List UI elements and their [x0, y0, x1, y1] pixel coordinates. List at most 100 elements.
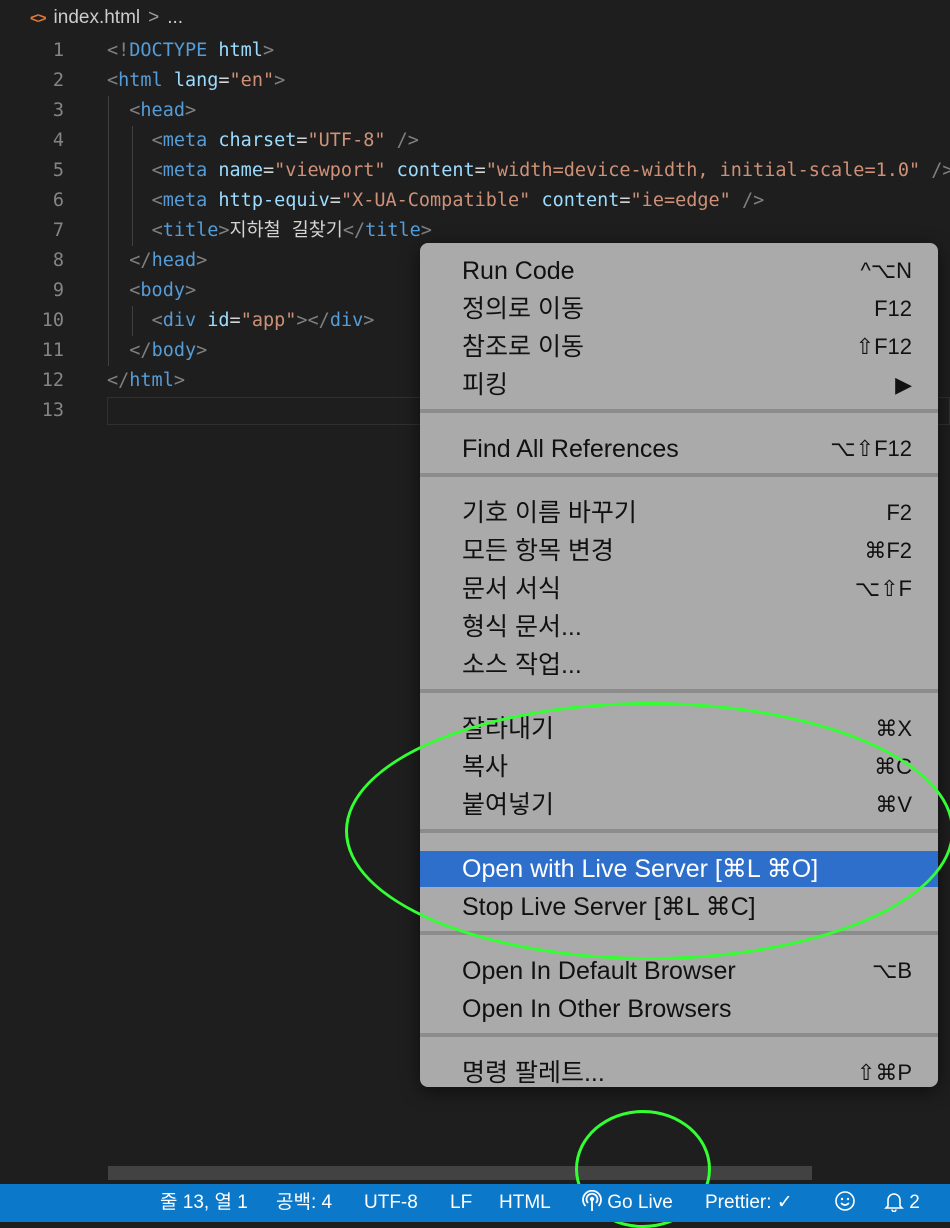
code-token: /> [396, 130, 419, 151]
code-token: > [363, 310, 375, 331]
code-token: html [118, 70, 163, 91]
code-token: > [218, 220, 230, 241]
go-live-label: Go Live [607, 1192, 673, 1213]
menu-item[interactable]: 피킹 ▶ [420, 367, 938, 403]
menu-item-shortcut: F2 [886, 500, 912, 525]
code-token: = [262, 160, 275, 181]
code-token: charset [218, 130, 297, 151]
code-token: /> [741, 190, 765, 211]
code-token: </ [129, 340, 152, 361]
menu-item[interactable]: 명령 팔레트... ⇧⌘P [420, 1055, 938, 1091]
menu-item[interactable]: Find All References ⌥⇧F12 [420, 431, 938, 467]
code-token: "X-UA-Compatible" [340, 190, 531, 211]
code-token: title [162, 220, 219, 241]
breadcrumb-separator: > [148, 7, 160, 28]
menu-item[interactable]: 형식 문서... [420, 609, 938, 645]
menu-item[interactable]: Stop Live Server [⌘L ⌘C] [420, 889, 938, 925]
code-line[interactable]: 5 <meta name="viewport" content="width=d… [0, 156, 950, 186]
cursor-position[interactable]: 줄 13, 열 1 [160, 1184, 248, 1222]
breadcrumb-file[interactable]: index.html [54, 7, 141, 29]
menu-item-shortcut: ⌥⇧F12 [830, 436, 912, 461]
code-line[interactable]: 3 <head> [0, 96, 950, 126]
code-token: DOCTYPE [129, 40, 208, 61]
code-token: head [140, 100, 185, 121]
menu-item[interactable]: 붙여넣기 ⌘V [420, 787, 938, 823]
code-token: = [474, 160, 486, 181]
code-token: content [541, 190, 620, 211]
code-token: = [296, 130, 308, 151]
go-live-button[interactable]: Go Live [582, 1184, 673, 1222]
code-line[interactable]: 2 <html lang="en"> [0, 66, 950, 96]
menu-item-label: 참조로 이동 [462, 333, 584, 361]
code-token: < [151, 220, 163, 241]
menu-item[interactable]: 모든 항목 변경 ⌘F2 [420, 533, 938, 569]
code-line[interactable]: 6 <meta http-equiv="X-UA-Compatible" con… [0, 186, 950, 216]
menu-item[interactable]: 잘라내기 ⌘X [420, 711, 938, 747]
code-token: head [151, 250, 197, 271]
code-token: html [129, 370, 174, 391]
line-number: 13 [41, 400, 64, 421]
menu-item[interactable]: Run Code ^⌥N [420, 253, 938, 289]
menu-item[interactable]: 정의로 이동 F12 [420, 291, 938, 327]
menu-item-shortcut: ^⌥N [860, 258, 912, 283]
line-number: 2 [52, 70, 64, 91]
menu-item[interactable]: 복사 ⌘C [420, 749, 938, 785]
menu-item-label: 붙여넣기 [462, 791, 555, 819]
code-token: "width=device-width, initial-scale=1.0" [485, 160, 921, 181]
menu-item-label: Run Code [462, 257, 575, 285]
encoding[interactable]: UTF-8 [364, 1184, 418, 1222]
code-token: /> [931, 160, 950, 181]
menu-item[interactable]: Open In Default Browser ⌥B [420, 953, 938, 989]
menu-item-label: Find All References [462, 435, 679, 463]
menu-item-label: 소스 작업... [462, 651, 582, 679]
feedback-smiley-icon[interactable] [834, 1184, 856, 1222]
menu-item-shortcut: ⌘X [875, 716, 912, 741]
menu-item-shortcut: ▶ [895, 372, 912, 397]
line-number: 9 [52, 280, 64, 301]
line-number: 12 [41, 370, 64, 391]
menu-item[interactable]: Open In Other Browsers [420, 991, 938, 1027]
menu-separator [420, 829, 938, 833]
code-text: <head> [107, 96, 196, 126]
breadcrumb[interactable]: <> index.html > ... [0, 0, 950, 36]
code-token: < [151, 130, 163, 151]
code-token: < [151, 160, 163, 181]
code-token: div [329, 310, 364, 331]
code-text: <title>지하철 길찾기</title> [107, 216, 432, 246]
broadcast-icon [582, 1189, 607, 1213]
menu-item-shortcut: ⌘F2 [864, 538, 912, 563]
line-number: 11 [41, 340, 64, 361]
menu-item[interactable]: Open with Live Server [⌘L ⌘O] [420, 851, 938, 887]
code-text: <meta charset="UTF-8" /> [107, 126, 419, 156]
code-line[interactable]: 4 <meta charset="UTF-8" /> [0, 126, 950, 156]
notifications-button[interactable]: 2 [884, 1184, 920, 1222]
menu-item[interactable]: 참조로 이동 ⇧F12 [420, 329, 938, 365]
menu-item[interactable]: 소스 작업... [420, 647, 938, 683]
code-token: meta [162, 160, 208, 181]
code-line[interactable]: 1 <!DOCTYPE html> [0, 36, 950, 66]
end-of-line[interactable]: LF [450, 1184, 472, 1222]
code-line[interactable]: 7 <title>지하철 길찾기</title> [0, 216, 950, 246]
menu-item[interactable]: 기호 이름 바꾸기 F2 [420, 495, 938, 531]
prettier-status[interactable]: Prettier: ✓ [705, 1184, 793, 1222]
indentation[interactable]: 공백: 4 [276, 1184, 332, 1222]
line-number: 7 [52, 220, 64, 241]
breadcrumb-more[interactable]: ... [167, 7, 183, 29]
code-text: <body> [107, 276, 196, 306]
horizontal-scrollbar[interactable] [108, 1166, 812, 1180]
menu-item[interactable]: 문서 서식 ⌥⇧F [420, 571, 938, 607]
language-mode[interactable]: HTML [499, 1184, 551, 1222]
